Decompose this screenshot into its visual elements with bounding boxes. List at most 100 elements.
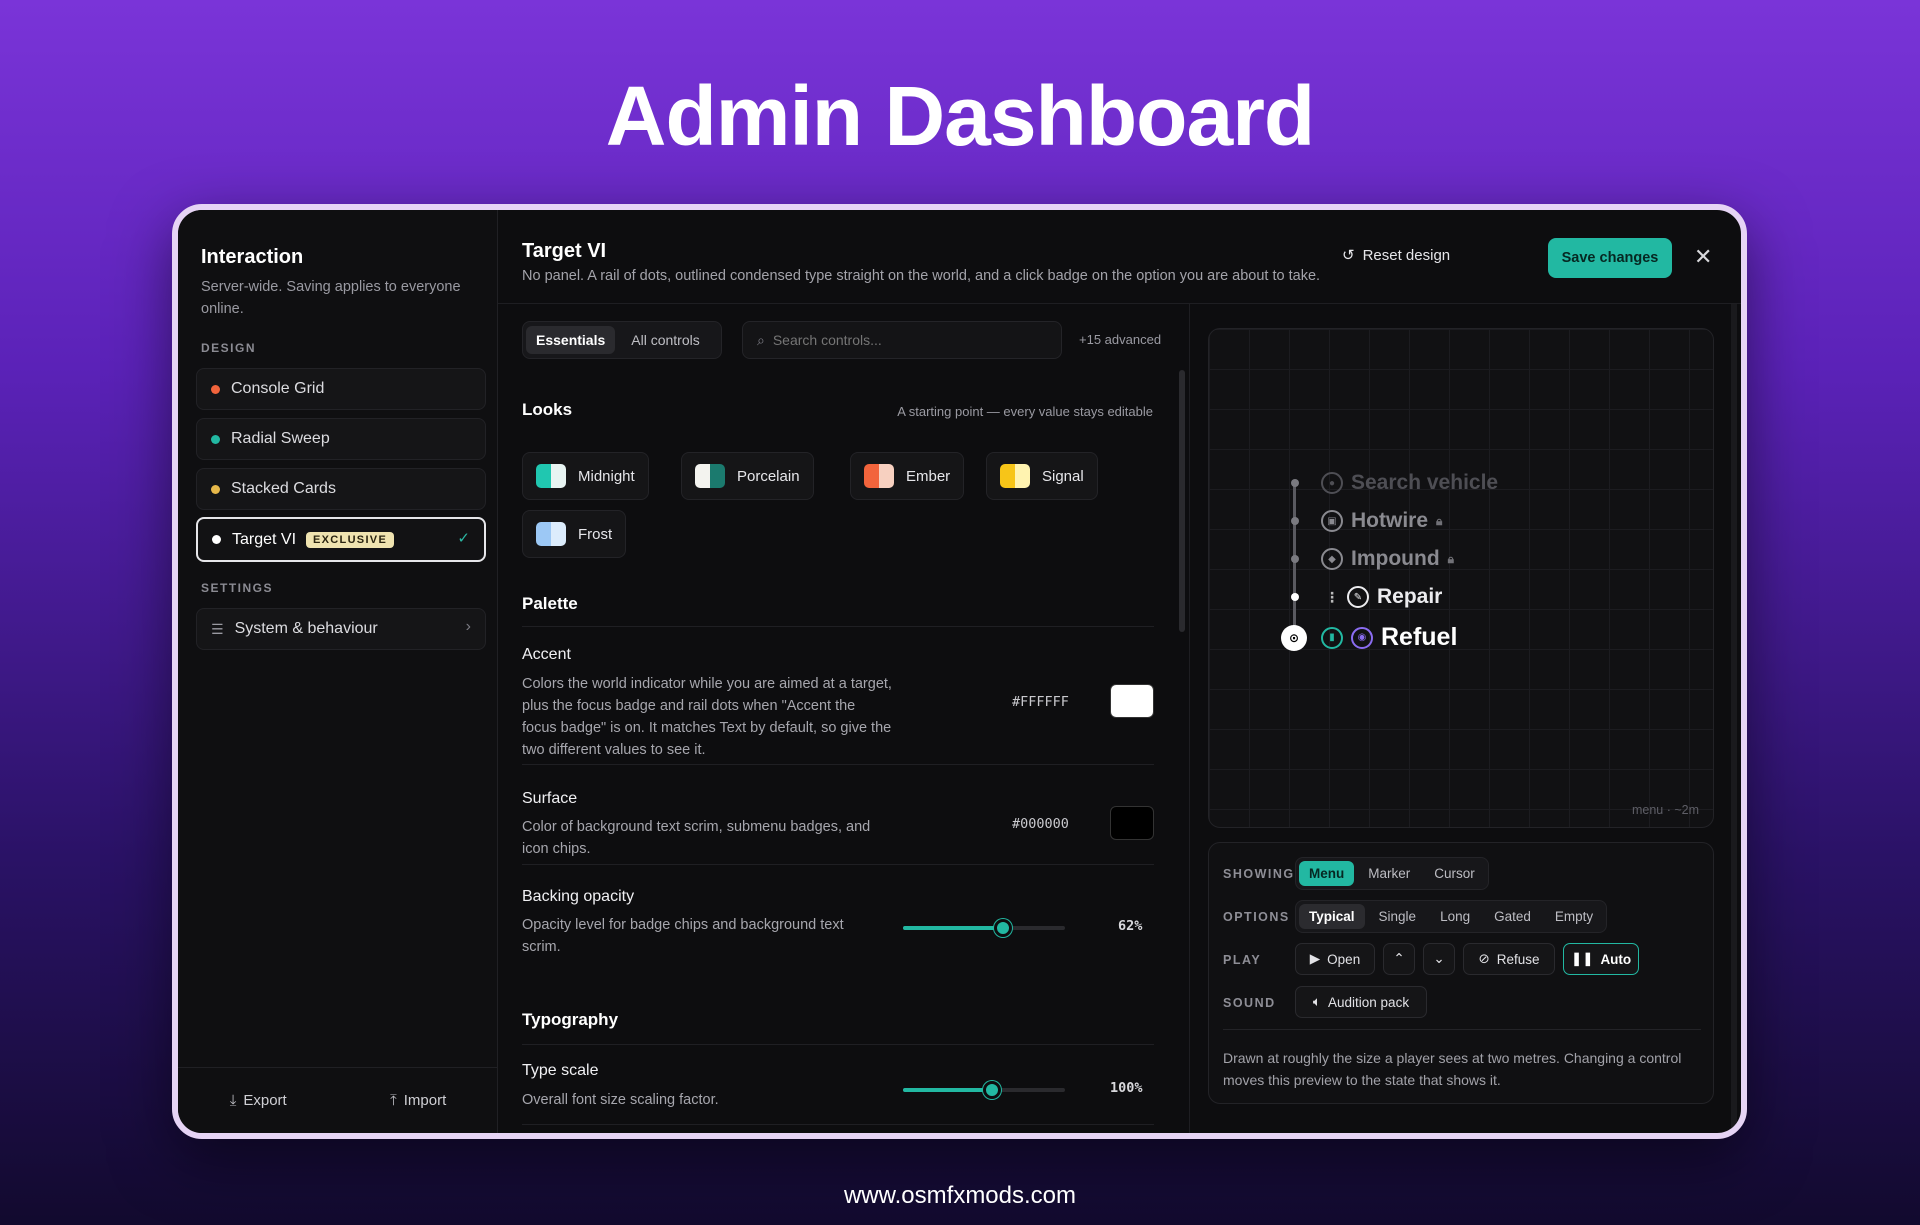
tab-all-controls[interactable]: All controls — [621, 326, 709, 354]
divider — [1223, 1029, 1701, 1030]
surface-hex[interactable]: #000000 — [1012, 816, 1069, 832]
open-button[interactable]: ▶ Open — [1295, 943, 1375, 975]
scrollbar[interactable] — [1731, 304, 1737, 1133]
look-preset-signal[interactable]: Signal — [986, 452, 1098, 500]
download-icon: ⤓ — [229, 1092, 237, 1109]
close-icon[interactable]: ✕ — [1694, 244, 1712, 270]
option-gated[interactable]: Gated — [1484, 904, 1541, 929]
preview-panel: ⊙ ● Search vehicle ▣ Hotwire 🔒︎ ◆ Impoun… — [1190, 304, 1741, 1133]
look-preset-ember[interactable]: Ember — [850, 452, 965, 500]
import-button[interactable]: ⤒ Import — [390, 1092, 446, 1109]
sidebar-item-label: System & behaviour — [234, 620, 378, 637]
look-label: Ember — [906, 467, 951, 485]
play-label: PLAY — [1223, 953, 1262, 967]
rail-dot — [1291, 593, 1299, 601]
search-field[interactable]: ⌕ — [742, 321, 1062, 359]
option-empty[interactable]: Empty — [1545, 904, 1603, 929]
design-item-radial-sweep[interactable]: Radial Sweep — [196, 418, 486, 460]
showing-menu[interactable]: Menu — [1299, 861, 1355, 886]
audition-pack-button[interactable]: 🔈︎ Audition pack — [1295, 986, 1427, 1018]
chevron-down-icon[interactable]: ⌄ — [1423, 943, 1455, 975]
rail-dot — [1291, 517, 1299, 525]
divider — [522, 626, 1154, 627]
advanced-count[interactable]: +15 advanced — [1079, 332, 1161, 347]
preview-caption: menu · ~2m — [1631, 803, 1699, 817]
slider-knob[interactable] — [994, 919, 1013, 937]
auto-button[interactable]: ❚❚ Auto — [1563, 943, 1639, 975]
showing-marker[interactable]: Marker — [1358, 861, 1420, 886]
page-title: Target VI — [522, 240, 607, 262]
menu-item-impound[interactable]: ◆ Impound 🔒︎ — [1321, 547, 1454, 571]
typography-title: Typography — [522, 1010, 619, 1029]
design-item-stacked-cards[interactable]: Stacked Cards — [196, 468, 486, 510]
menu-item-hotwire[interactable]: ▣ Hotwire 🔒︎ — [1321, 509, 1442, 533]
sidebar-item-system-behaviour[interactable]: ☰ System & behaviour › — [196, 608, 486, 650]
accent-hex[interactable]: #FFFFFF — [1012, 694, 1069, 710]
looks-title: Looks — [522, 400, 573, 419]
looks-note: A starting point — every value stays edi… — [897, 404, 1153, 419]
menu-item-label: Search vehicle — [1351, 471, 1499, 494]
showing-group: Menu Marker Cursor — [1295, 857, 1489, 890]
divider — [522, 864, 1154, 865]
pause-icon: ❚❚ — [1570, 951, 1594, 966]
look-label: Frost — [578, 525, 613, 543]
look-preset-midnight[interactable]: Midnight — [522, 452, 649, 500]
settings-section-label: SETTINGS — [201, 581, 274, 595]
import-label: Import — [403, 1092, 447, 1109]
slider-knob[interactable] — [983, 1081, 1002, 1099]
search-input[interactable] — [772, 332, 1033, 348]
settings-window: Interaction Server-wide. Saving applies … — [172, 204, 1747, 1139]
menu-item-repair[interactable]: ⋮ ✎ Repair — [1325, 585, 1442, 609]
refuse-button[interactable]: ⊘ Refuse — [1463, 943, 1555, 975]
wrench-icon: ✎ — [1347, 586, 1369, 608]
footer-url: www.osmfxmods.com — [843, 1182, 1077, 1209]
menu-item-refuel[interactable]: ▮ ◉ Refuel — [1321, 623, 1457, 652]
export-button[interactable]: ⤓ Export — [230, 1092, 287, 1109]
design-item-target-vi[interactable]: Target VI EXCLUSIVE ✓ — [196, 517, 486, 562]
accent-description: Colors the world indicator while you are… — [522, 676, 892, 758]
type-scale-value: 100% — [1110, 1080, 1143, 1096]
target-icon: ● — [1321, 472, 1343, 494]
swatch — [864, 464, 894, 488]
lock-icon: ▣ — [1321, 510, 1343, 532]
swatch — [536, 464, 566, 488]
check-icon: ✓ — [457, 530, 470, 547]
opacity-description: Opacity level for badge chips and backgr… — [522, 917, 844, 955]
surface-color-swatch[interactable] — [1110, 806, 1154, 840]
opacity-slider[interactable] — [903, 919, 1065, 937]
fuel-icon: ▮ — [1321, 626, 1343, 649]
look-preset-frost[interactable]: Frost — [522, 510, 627, 558]
rail-dot — [1291, 479, 1299, 487]
menu-item-search-vehicle[interactable]: ● Search vehicle — [1321, 471, 1498, 495]
opacity-value: 62% — [1118, 918, 1143, 934]
save-changes-button[interactable]: Save changes — [1548, 238, 1672, 278]
ban-icon: ⊘ — [1478, 951, 1490, 966]
chevron-right-icon: › — [465, 618, 471, 635]
padlock-icon: 🔒︎ — [1436, 513, 1443, 528]
open-label: Open — [1327, 951, 1361, 967]
look-label: Signal — [1042, 467, 1084, 485]
option-single[interactable]: Single — [1369, 904, 1427, 929]
option-typical[interactable]: Typical — [1299, 904, 1365, 929]
page-subtitle: No panel. A rail of dots, outlined conde… — [522, 268, 1321, 284]
tab-essentials[interactable]: Essentials — [526, 326, 616, 354]
divider — [522, 1044, 1154, 1045]
option-long[interactable]: Long — [1430, 904, 1480, 929]
header: Target VI No panel. A rail of dots, outl… — [498, 210, 1741, 304]
type-scale-description: Overall font size scaling factor. — [522, 1092, 719, 1108]
chevron-up-icon[interactable]: ⌃ — [1383, 943, 1415, 975]
look-preset-porcelain[interactable]: Porcelain — [681, 452, 814, 500]
design-item-console-grid[interactable]: Console Grid — [196, 368, 486, 410]
settings-panel: Essentials All controls ⌕ +15 advanced L… — [498, 304, 1190, 1133]
type-scale-slider[interactable] — [903, 1081, 1065, 1099]
scrollbar[interactable] — [1179, 370, 1185, 632]
play-icon: ▶ — [1309, 951, 1321, 966]
reset-design-button[interactable]: ↺ Reset design — [1342, 246, 1450, 265]
showing-cursor[interactable]: Cursor — [1424, 861, 1485, 886]
preview-note: Drawn at roughly the size a player sees … — [1223, 1050, 1682, 1088]
export-label: Export — [243, 1092, 287, 1109]
accent-label: Accent — [522, 646, 571, 663]
auto-label: Auto — [1600, 951, 1632, 967]
accent-color-swatch[interactable] — [1110, 684, 1154, 718]
opacity-label: Backing opacity — [522, 888, 635, 905]
